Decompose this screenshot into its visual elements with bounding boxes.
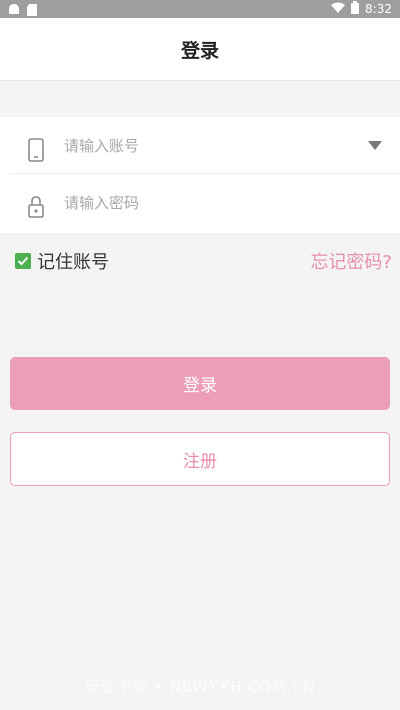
phone-icon <box>26 137 46 163</box>
login-button[interactable]: 登录 <box>10 357 390 410</box>
forgot-password-link[interactable]: 忘记密码? <box>310 248 392 274</box>
status-bar: 8:32 <box>0 0 400 18</box>
dropdown-arrow-icon[interactable] <box>368 141 382 150</box>
header: 登录 <box>0 18 400 81</box>
account-field[interactable]: 请输入账号 <box>0 117 400 174</box>
battery-icon <box>351 1 360 17</box>
register-button[interactable]: 注册 <box>10 432 390 486</box>
lock-icon <box>26 194 46 220</box>
remember-checkbox[interactable] <box>15 253 31 269</box>
page-title: 登录 <box>180 39 219 62</box>
password-placeholder: 请输入密码 <box>64 194 140 212</box>
account-placeholder: 请输入账号 <box>64 137 140 155</box>
status-time: 8:32 <box>365 2 392 16</box>
password-field[interactable]: 请输入密码 <box>0 174 400 230</box>
login-form: 请输入账号 请输入密码 <box>0 117 400 233</box>
remember-label: 记住账号 <box>37 252 109 273</box>
wifi-icon <box>331 2 346 17</box>
watermark: 玩壹下载 • NBWYXH.COM.CN <box>84 678 316 696</box>
remember-account[interactable]: 记住账号 <box>15 248 109 274</box>
